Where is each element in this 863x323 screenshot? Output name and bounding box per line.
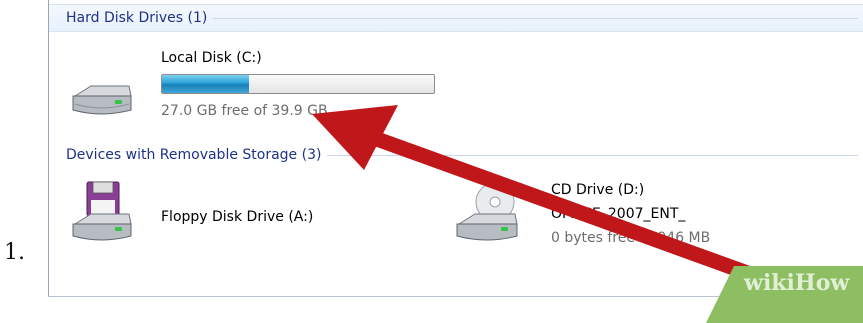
wikihow-watermark: wikiHow (744, 270, 849, 296)
watermark-wiki: wiki (744, 270, 795, 296)
arrow-shaft (344, 122, 808, 300)
watermark-how: How (794, 270, 850, 296)
